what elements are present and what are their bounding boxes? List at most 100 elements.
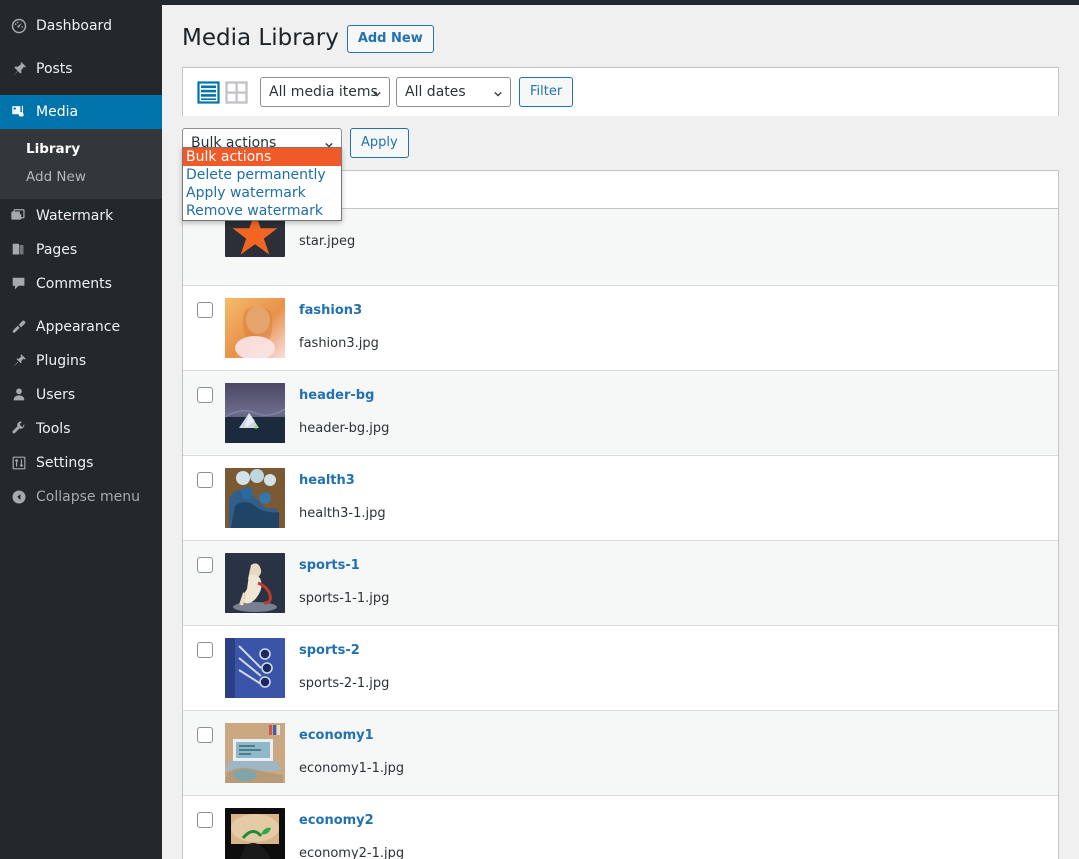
media-thumbnail[interactable]: [225, 468, 285, 528]
sidebar-item-comments[interactable]: Comments: [0, 267, 162, 301]
sidebar-item-media[interactable]: Media: [0, 95, 170, 129]
grid-view-icon[interactable]: [225, 80, 248, 104]
row-checkbox[interactable]: [197, 472, 213, 488]
media-thumbnail[interactable]: [225, 808, 285, 859]
media-meta: sports-2 sports-2-1.jpg: [285, 638, 389, 692]
media-title-link[interactable]: fashion3: [299, 303, 362, 319]
media-meta: health3 health3-1.jpg: [285, 468, 386, 522]
sidebar-item-add-new[interactable]: Add New: [0, 163, 162, 191]
table-row[interactable]: sports-2 sports-2-1.jpg: [183, 626, 1058, 711]
media-title-link[interactable]: economy2: [299, 813, 374, 829]
row-checkbox-cell: [183, 468, 225, 488]
table-row[interactable]: sports-1 sports-1-1.jpg: [183, 541, 1058, 626]
apply-button[interactable]: Apply: [350, 128, 409, 158]
media-thumbnail[interactable]: [225, 383, 285, 443]
add-new-button[interactable]: Add New: [346, 24, 434, 53]
media-meta: economy1 economy1-1.jpg: [285, 723, 404, 777]
date-filter-value: All dates: [405, 84, 466, 100]
list-view-icon[interactable]: [197, 80, 220, 104]
page-header: Media Library Add New: [182, 15, 1059, 53]
media-icon: [10, 102, 36, 122]
row-checkbox-cell: [183, 298, 225, 318]
table-row[interactable]: economy1 economy1-1.jpg: [183, 711, 1058, 796]
sidebar-item-label: Posts: [36, 61, 73, 77]
sidebar-item-label: Comments: [36, 276, 112, 292]
media-filename: health3-1.jpg: [299, 506, 386, 521]
dropdown-option-delete-permanently[interactable]: Delete permanently: [183, 166, 341, 184]
table-row[interactable]: health3 health3-1.jpg: [183, 456, 1058, 541]
sidebar-item-tools[interactable]: Tools: [0, 412, 162, 446]
media-filename: star.jpeg: [299, 234, 356, 249]
sidebar-item-label: Users: [36, 387, 76, 403]
media-title-link[interactable]: header-bg: [299, 388, 374, 404]
table-row[interactable]: header-bg header-bg.jpg: [183, 371, 1058, 456]
sidebar-item-plugins[interactable]: Plugins: [0, 344, 162, 378]
sidebar-item-library[interactable]: Library: [0, 135, 162, 163]
row-checkbox-cell: [183, 638, 225, 658]
media-filename: header-bg.jpg: [299, 421, 390, 436]
bulk-actions-dropdown: Bulk actions Delete permanently Apply wa…: [182, 147, 342, 221]
row-checkbox[interactable]: [197, 387, 213, 403]
media-table: star.jpeg fashion3 fashion3.jpg header-b…: [182, 170, 1059, 859]
brush-icon: [10, 317, 36, 337]
view-switch: [197, 80, 248, 104]
media-filename: economy2-1.jpg: [299, 846, 405, 859]
media-title-link[interactable]: health3: [299, 473, 355, 489]
media-thumbnail[interactable]: [225, 638, 285, 698]
media-thumbnail[interactable]: [225, 553, 285, 613]
sidebar-item-settings[interactable]: Settings: [0, 446, 162, 480]
media-thumbnail[interactable]: [225, 298, 285, 358]
sidebar-item-appearance[interactable]: Appearance: [0, 310, 162, 344]
table-row[interactable]: economy2 economy2-1.jpg: [183, 796, 1058, 859]
sidebar-item-label: Appearance: [36, 319, 121, 335]
row-checkbox[interactable]: [197, 302, 213, 318]
table-row[interactable]: fashion3 fashion3.jpg: [183, 286, 1058, 371]
sidebar-item-label: Watermark: [36, 208, 114, 224]
sidebar-item-label: Plugins: [36, 353, 87, 369]
filter-button[interactable]: Filter: [519, 77, 574, 107]
media-title-link[interactable]: economy1: [299, 728, 374, 744]
media-thumbnail[interactable]: [225, 723, 285, 783]
sidebar-item-collapse-menu[interactable]: Collapse menu: [0, 480, 162, 514]
watermark-icon: [10, 206, 36, 226]
row-checkbox-cell: [183, 383, 225, 403]
sidebar-item-label: Tools: [36, 421, 71, 437]
sidebar-item-users[interactable]: Users: [0, 378, 162, 412]
bulk-actions-bar: Bulk actions Apply Bulk actions Delete p…: [182, 116, 1059, 221]
date-filter[interactable]: All dates: [396, 77, 511, 107]
media-title-link[interactable]: sports-1: [299, 558, 360, 574]
wrench-icon: [10, 419, 36, 439]
plugin-icon: [10, 351, 36, 371]
sidebar-item-label: Media: [36, 104, 79, 120]
content-area: Media Library Add New All media items Al…: [162, 5, 1079, 859]
chevron-down-icon: [494, 91, 502, 97]
comments-icon: [10, 274, 36, 294]
media-meta: fashion3 fashion3.jpg: [285, 298, 379, 352]
media-filename: sports-2-1.jpg: [299, 676, 390, 691]
dropdown-option-bulk-actions[interactable]: Bulk actions: [183, 148, 341, 166]
media-filename: economy1-1.jpg: [299, 761, 405, 776]
sidebar-item-posts[interactable]: Posts: [0, 52, 162, 86]
media-submenu: Library Add New: [0, 129, 162, 199]
media-filename: sports-1-1.jpg: [299, 591, 390, 606]
media-title-link[interactable]: sports-2: [299, 643, 360, 659]
media-filename: fashion3.jpg: [299, 336, 379, 351]
media-meta: sports-1 sports-1-1.jpg: [285, 553, 389, 607]
row-checkbox[interactable]: [197, 812, 213, 828]
row-checkbox-cell: [183, 723, 225, 743]
row-checkbox-cell: [183, 553, 225, 573]
chevron-down-icon: [373, 91, 381, 97]
sidebar-item-label: Pages: [36, 242, 78, 258]
dropdown-option-remove-watermark[interactable]: Remove watermark: [183, 202, 341, 220]
row-checkbox[interactable]: [197, 727, 213, 743]
row-checkbox[interactable]: [197, 642, 213, 658]
sidebar-item-dashboard[interactable]: Dashboard: [0, 9, 162, 43]
pin-icon: [10, 59, 36, 79]
sidebar-item-pages[interactable]: Pages: [0, 233, 162, 267]
user-icon: [10, 385, 36, 405]
row-checkbox[interactable]: [197, 557, 213, 573]
dropdown-option-apply-watermark[interactable]: Apply watermark: [183, 184, 341, 202]
sliders-icon: [10, 453, 36, 473]
media-type-filter[interactable]: All media items: [260, 77, 390, 107]
sidebar-item-watermark[interactable]: Watermark: [0, 199, 162, 233]
